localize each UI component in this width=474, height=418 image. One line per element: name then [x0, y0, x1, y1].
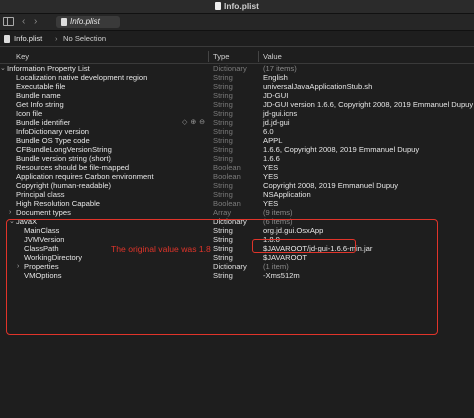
row-type[interactable]: String: [213, 91, 233, 100]
window-titlebar: Info.plist: [0, 0, 474, 14]
table-header: Key Type Value: [0, 50, 474, 64]
disclosure-closed-icon[interactable]: ›: [9, 208, 11, 217]
row-value[interactable]: universalJavaApplicationStub.sh: [263, 82, 372, 91]
row-type[interactable]: String: [213, 100, 233, 109]
row-key: Bundle OS Type code: [16, 136, 90, 145]
row-key: Information Property List: [7, 64, 90, 73]
row-key: CFBundleLongVersionString: [16, 145, 112, 154]
row-value[interactable]: JD-GUI: [263, 91, 288, 100]
document-icon: [215, 2, 222, 10]
plist-file-icon: [4, 35, 10, 43]
table-row[interactable]: ⌄ Information Property List Dictionary (17 …: [0, 64, 474, 73]
table-row[interactable]: Application requires Carbon environment B…: [0, 172, 474, 181]
breadcrumb-separator: ›: [55, 34, 58, 43]
row-value[interactable]: jd-gui.icns: [263, 109, 297, 118]
tab-bar: ‹ › Info.plist: [0, 14, 474, 31]
row-value[interactable]: YES: [263, 199, 278, 208]
row-key: Resources should be file-mapped: [16, 163, 130, 172]
tab-info-plist[interactable]: Info.plist: [56, 16, 120, 28]
row-value[interactable]: JD-GUI version 1.6.6, Copyright 2008, 20…: [263, 100, 473, 109]
row-key: Bundle name: [16, 91, 61, 100]
breadcrumb-selection[interactable]: No Selection: [63, 31, 106, 46]
window-title-text: Info.plist: [224, 1, 259, 11]
table-row[interactable]: CFBundleLongVersionString String 1.6.6, Co…: [0, 145, 474, 154]
column-header-type[interactable]: Type: [213, 50, 229, 63]
table-row[interactable]: Bundle OS Type code String APPL: [0, 136, 474, 145]
row-type[interactable]: String: [213, 82, 233, 91]
disclosure-open-icon[interactable]: ⌄: [0, 64, 6, 73]
row-key: Bundle identifier: [16, 118, 71, 127]
table-row[interactable]: Bundle identifier ◇ ⊕ ⊖ String jd.jd-gui: [0, 118, 474, 127]
row-value[interactable]: NSApplication: [263, 190, 311, 199]
row-type[interactable]: Array: [213, 208, 231, 217]
jump-bar: Info.plist › No Selection: [0, 31, 474, 47]
tab-label: Info.plist: [70, 17, 100, 26]
row-value[interactable]: YES: [263, 163, 278, 172]
table-row[interactable]: Bundle name String JD-GUI: [0, 91, 474, 100]
row-value[interactable]: (17 items): [263, 64, 297, 73]
row-type[interactable]: String: [213, 109, 233, 118]
highlight-box-jvmversion: [252, 239, 356, 253]
row-value[interactable]: APPL: [263, 136, 282, 145]
row-type[interactable]: Boolean: [213, 172, 241, 181]
row-key: Copyright (human-readable): [16, 181, 111, 190]
table-row[interactable]: Copyright (human-readable) String Copyrigh…: [0, 181, 474, 190]
row-key: Principal class: [16, 190, 65, 199]
back-chevron-icon[interactable]: ‹: [22, 16, 25, 27]
row-value[interactable]: 6.0: [263, 127, 274, 136]
row-key: Get Info string: [16, 100, 64, 109]
row-type[interactable]: String: [213, 127, 233, 136]
plist-file-icon: [61, 18, 67, 26]
row-type[interactable]: String: [213, 73, 233, 82]
column-header-key[interactable]: Key: [16, 50, 29, 63]
row-add-remove-icon[interactable]: ◇ ⊕ ⊖: [182, 118, 206, 127]
row-type[interactable]: String: [213, 154, 233, 163]
table-row[interactable]: › Document types Array (9 items): [0, 208, 474, 217]
table-row[interactable]: InfoDictionary version String 6.0: [0, 127, 474, 136]
table-row[interactable]: Icon file String jd-gui.icns: [0, 109, 474, 118]
row-key: InfoDictionary version: [16, 127, 90, 136]
table-row[interactable]: Resources should be file-mapped Boolean YE…: [0, 163, 474, 172]
row-key: Localization native development region: [16, 73, 148, 82]
sidebar-toggle-icon[interactable]: [3, 17, 14, 26]
window-title: Info.plist: [0, 1, 474, 11]
column-divider[interactable]: [258, 51, 259, 62]
table-row[interactable]: Localization native development region St…: [0, 73, 474, 82]
row-value[interactable]: Copyright 2008, 2019 Emmanuel Dupuy: [263, 181, 398, 190]
row-type[interactable]: Dictionary: [213, 64, 247, 73]
row-type[interactable]: String: [213, 145, 233, 154]
row-key: Icon file: [16, 109, 43, 118]
row-value[interactable]: 1.6.6: [263, 154, 280, 163]
column-divider[interactable]: [208, 51, 209, 62]
row-value[interactable]: English: [263, 73, 288, 82]
row-type[interactable]: String: [213, 118, 233, 127]
table-row[interactable]: Executable file String universalJavaApplic…: [0, 82, 474, 91]
breadcrumb-file[interactable]: Info.plist: [14, 31, 42, 46]
row-key: Executable file: [16, 82, 66, 91]
table-row[interactable]: High Resolution Capable Boolean YES: [0, 199, 474, 208]
row-key: High Resolution Capable: [16, 199, 101, 208]
row-type[interactable]: String: [213, 190, 233, 199]
row-value[interactable]: 1.6.6, Copyright 2008, 2019 Emmanuel Dup…: [263, 145, 419, 154]
forward-chevron-icon[interactable]: ›: [34, 16, 37, 27]
row-value[interactable]: YES: [263, 172, 278, 181]
row-type[interactable]: Boolean: [213, 163, 241, 172]
row-type[interactable]: String: [213, 181, 233, 190]
row-type[interactable]: Boolean: [213, 199, 241, 208]
row-key: Application requires Carbon environment: [16, 172, 154, 181]
annotation-text: The original value was 1.8: [111, 244, 211, 254]
table-row[interactable]: Get Info string String JD-GUI version 1.6.…: [0, 100, 474, 109]
row-key: Bundle version string (short): [16, 154, 111, 163]
table-row[interactable]: Bundle version string (short) String 1.6.6: [0, 154, 474, 163]
row-value[interactable]: jd.jd-gui: [263, 118, 290, 127]
column-header-value[interactable]: Value: [263, 50, 282, 63]
highlight-box-javax: [6, 219, 438, 335]
row-value[interactable]: (9 items): [263, 208, 293, 217]
row-key: Document types: [16, 208, 71, 217]
table-row[interactable]: Principal class String NSApplication: [0, 190, 474, 199]
row-type[interactable]: String: [213, 136, 233, 145]
